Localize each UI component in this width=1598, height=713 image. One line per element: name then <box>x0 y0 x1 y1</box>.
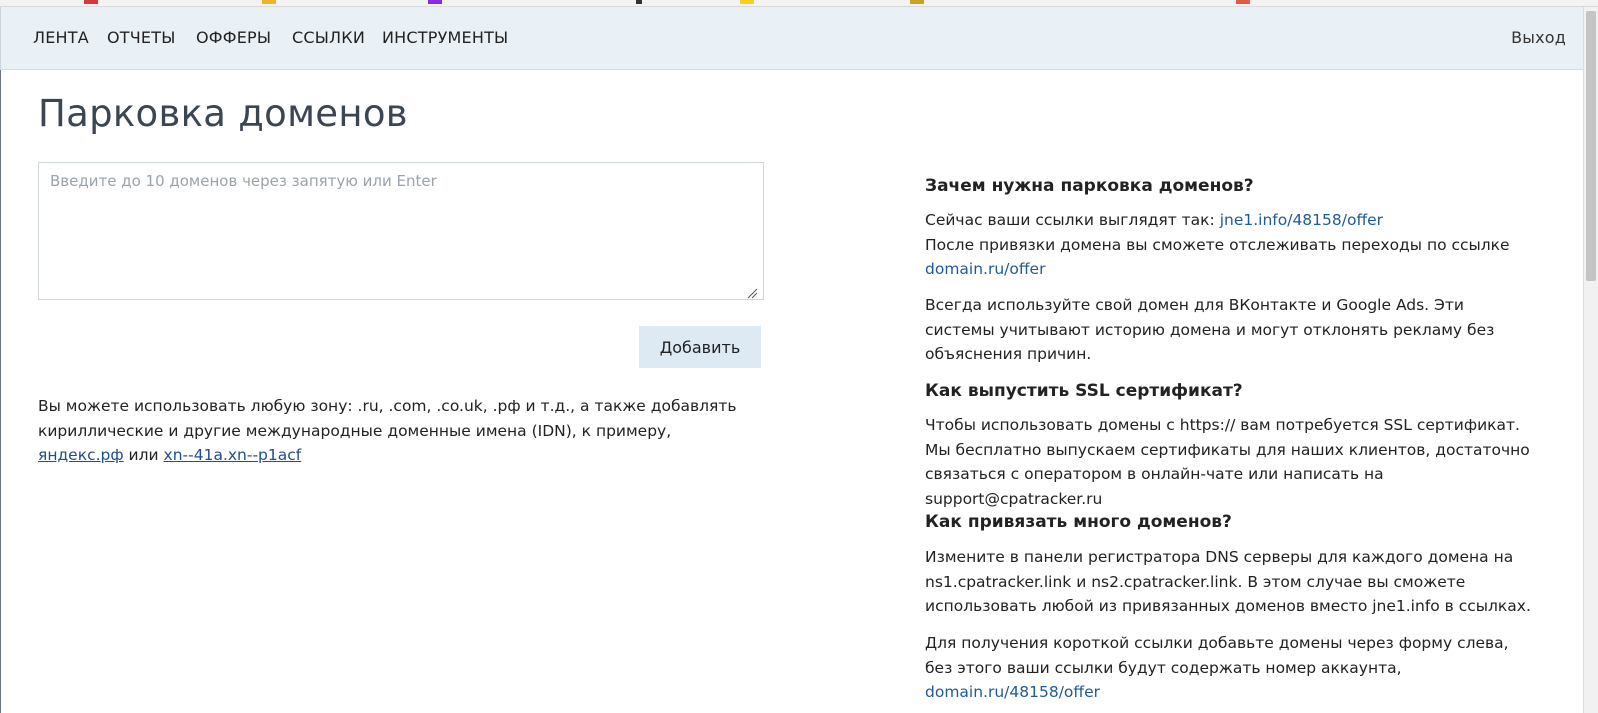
vertical-scrollbar[interactable] <box>1583 7 1598 713</box>
nav-item-feed[interactable]: ЛЕНТА <box>33 7 89 69</box>
help-heading-why: Зачем нужна парковка доменов? <box>925 176 1254 196</box>
domain-zones-note: Вы можете использовать любую зону: .ru, … <box>38 394 758 468</box>
help-why-after-text: После привязки домена вы сможете отслежи… <box>925 235 1510 254</box>
note-text-or: или <box>123 446 164 464</box>
domain-link-example[interactable]: domain.ru/offer <box>925 260 1045 278</box>
page-left-border <box>0 70 1 713</box>
nav-item-links[interactable]: ССЫЛКИ <box>292 7 365 69</box>
account-link-example[interactable]: domain.ru/48158/offer <box>925 683 1100 701</box>
example-link-punycode[interactable]: xn--41a.xn--p1acf <box>164 446 302 464</box>
help-why-current-links: Сейчас ваши ссылки выглядят так: jne1.in… <box>925 208 1535 282</box>
nav-item-reports[interactable]: ОТЧЕТЫ <box>107 7 176 69</box>
help-many-short-link: Для получения короткой ссылки добавьте д… <box>925 631 1535 705</box>
nav-item-offers[interactable]: ОФФЕРЫ <box>196 7 271 69</box>
add-button[interactable]: Добавить <box>639 326 761 368</box>
top-navbar: ЛЕНТА ОТЧЕТЫ ОФФЕРЫ ССЫЛКИ ИНСТРУМЕНТЫ В… <box>0 7 1584 70</box>
help-heading-many: Как привязать много доменов? <box>925 512 1232 532</box>
help-many-dns: Измените в панели регистратора DNS серве… <box>925 548 1531 615</box>
resize-grip-icon[interactable] <box>746 287 758 299</box>
scrollbar-thumb[interactable] <box>1586 11 1596 281</box>
help-ssl-text: Чтобы использовать домены с https:// вам… <box>925 416 1530 508</box>
page-title: Парковка доменов <box>38 92 408 135</box>
note-text: Вы можете использовать любую зону: .ru, … <box>38 397 737 440</box>
help-why-advice: Всегда используйте свой домен для ВКонта… <box>925 296 1495 363</box>
browser-bookmarks-strip <box>0 0 1598 7</box>
current-link-example[interactable]: jne1.info/48158/offer <box>1220 211 1383 229</box>
help-many-short-text: Для получения короткой ссылки добавьте д… <box>925 634 1509 677</box>
nav-item-tools[interactable]: ИНСТРУМЕНТЫ <box>382 7 508 69</box>
example-link-idn[interactable]: яндекс.рф <box>38 446 124 464</box>
help-why-current-text: Сейчас ваши ссылки выглядят так: <box>925 211 1220 229</box>
domains-input[interactable] <box>38 162 764 300</box>
help-heading-ssl: Как выпустить SSL сертификат? <box>925 381 1243 401</box>
logout-link[interactable]: Выход <box>1511 7 1566 69</box>
